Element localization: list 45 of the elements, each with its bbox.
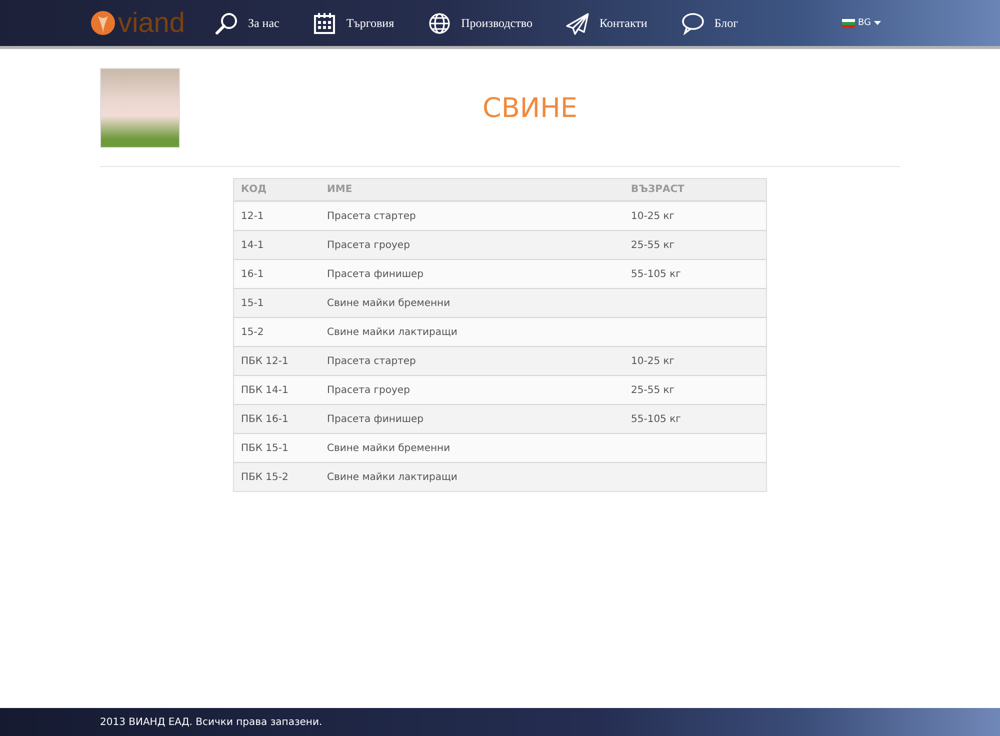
table-cell: 25-55 кг [624,376,766,404]
table-cell: Прасета гроуер [320,230,624,260]
page-title: СВИНЕ [482,92,578,124]
globe-icon [428,12,452,34]
table-cell: 55-105 кг [624,260,766,288]
table-cell: ПБК 15-2 [234,462,320,492]
table-cell: Свине майки лактиращи [320,318,624,346]
table-cell: Прасета стартер [320,201,624,230]
nav-link[interactable]: Контакти [566,12,648,34]
table-cell: 25-55 кг [624,230,766,260]
logo-icon [90,8,116,38]
paper-plane-icon [566,12,590,34]
table-cell: 14-1 [234,230,320,260]
table-cell: 55-105 кг [624,404,766,434]
caret-icon [874,21,881,25]
table-cell: ПБК 14-1 [234,376,320,404]
nav-link[interactable]: Търговия [313,12,394,34]
column-header: КОД [234,178,320,201]
table-cell: 10-25 кг [624,201,766,230]
table-cell: Прасета финишер [320,404,624,434]
nav-link[interactable]: Производство [428,12,532,34]
table-cell: Прасета гроуер [320,376,624,404]
nav-link[interactable]: За нас [214,12,280,34]
table-cell: 12-1 [234,201,320,230]
table-cell: 15-2 [234,318,320,346]
calendar-icon [313,12,336,34]
table-cell: ПБК 16-1 [234,404,320,434]
column-header: ВЪЗРАСТ [624,178,766,201]
table-cell: 16-1 [234,260,320,288]
speech-bubble-icon [681,12,704,34]
table-cell: Прасета финишер [320,260,624,288]
nav-link[interactable]: Блог [681,12,738,34]
search-icon [214,12,238,34]
copyright-text: 2013 ВИАНД ЕАД. Всички права запазени. [100,716,322,728]
table-cell: ПБК 12-1 [234,346,320,376]
table-cell: 10-25 кг [624,346,766,376]
column-header: ИМЕ [320,178,624,201]
table-cell: Свине майки бременни [320,434,624,462]
language-selector[interactable]: BG [858,18,871,28]
flag-icon [842,18,855,28]
table-cell: Прасета стартер [320,346,624,376]
table-cell: Свине майки лактиращи [320,462,624,492]
table-cell: ПБК 15-1 [234,434,320,462]
table-cell: 15-1 [234,288,320,318]
table-cell: Свине майки бременни [320,288,624,318]
